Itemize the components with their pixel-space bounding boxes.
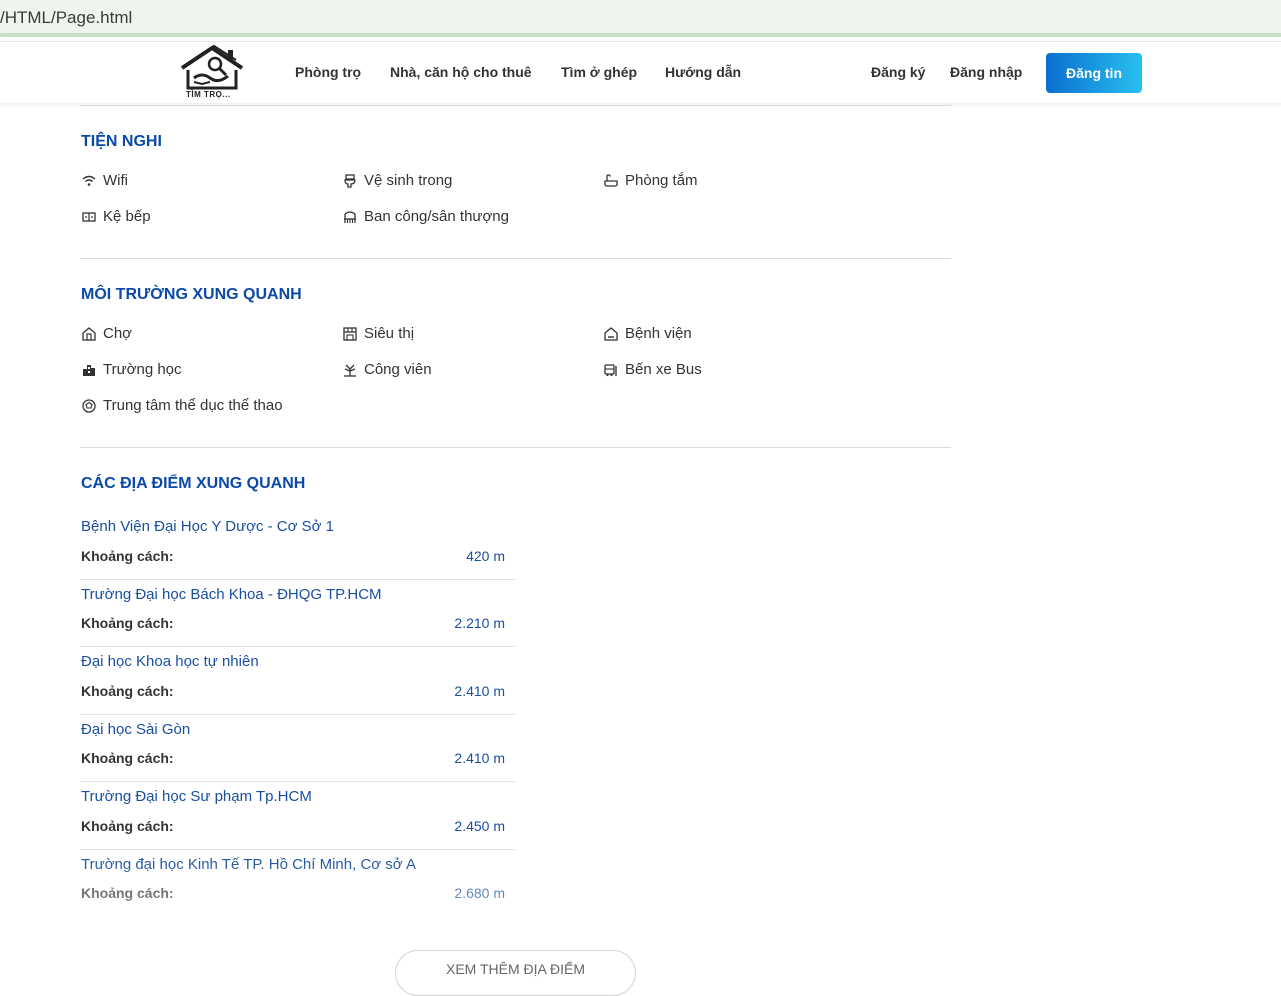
place-name-link[interactable]: Đại học Khoa học tự nhiên — [81, 653, 259, 670]
amenity-label: Ban công/sân thượng — [364, 208, 509, 225]
distance-value: 2.450 m — [454, 818, 505, 834]
distance-value: 420 m — [466, 548, 505, 564]
market-icon — [82, 326, 96, 341]
env-label: Bệnh viện — [625, 325, 692, 342]
list-separator — [80, 714, 515, 715]
distance-label: Khoảng cách: — [81, 548, 174, 564]
distance-value: 2.680 m — [454, 885, 505, 901]
env-hospital: Bệnh viện — [604, 325, 692, 342]
amenity-balcony: Ban công/sân thượng — [343, 208, 509, 225]
env-park: Công viên — [343, 361, 432, 378]
bus-icon — [604, 363, 617, 376]
place-name-link[interactable]: Trường Đại học Bách Khoa - ĐHQG TP.HCM — [81, 586, 382, 603]
nav-nha-can-ho[interactable]: Nhà, căn hộ cho thuê — [390, 64, 532, 80]
place-name-link[interactable]: Trường đại học Kinh Tế TP. Hồ Chí Minh, … — [81, 856, 416, 873]
divider — [80, 447, 951, 448]
env-school: Trường học — [82, 361, 182, 378]
distance-label: Khoảng cách: — [81, 750, 174, 766]
kitchen-icon — [82, 211, 96, 222]
divider — [80, 105, 951, 106]
env-label: Siêu thị — [364, 325, 415, 342]
wifi-icon — [82, 175, 96, 186]
bathtub-icon — [604, 173, 618, 187]
place-name-link[interactable]: Đại học Sài Gòn — [81, 721, 190, 738]
env-supermarket: Siêu thị — [343, 325, 414, 342]
school-icon — [83, 364, 95, 376]
nav-tim-o-ghep[interactable]: Tìm ở ghép — [561, 64, 637, 80]
sports-icon — [82, 398, 96, 413]
distance-label: Khoảng cách: — [81, 683, 174, 699]
env-label: Trường học — [103, 361, 182, 378]
env-bus-station: Bến xe Bus — [604, 361, 702, 378]
amenity-label: Kệ bếp — [103, 208, 151, 225]
list-separator — [80, 781, 515, 782]
distance-value: 2.410 m — [454, 683, 505, 699]
place-name-link[interactable]: Bệnh Viện Đại Học Y Dược - Cơ Sở 1 — [81, 518, 334, 535]
site-header: TÌM TRỌ... Phòng trọ Nhà, căn hộ cho thu… — [0, 41, 1281, 103]
amenities-title: TIỆN NGHI — [81, 133, 162, 150]
url-text[interactable]: /HTML/Page.html — [0, 8, 132, 28]
env-label: Bến xe Bus — [625, 361, 702, 378]
nav-phong-tro[interactable]: Phòng trọ — [295, 64, 361, 80]
toilet-icon — [344, 173, 356, 188]
environment-title: MÔI TRƯỜNG XUNG QUANH — [81, 286, 302, 303]
env-label: Công viên — [364, 361, 432, 378]
env-market: Chợ — [82, 325, 132, 342]
balcony-icon — [344, 210, 356, 223]
amenity-label: Wifi — [103, 172, 128, 189]
env-sports-center: Trung tâm thể dục thể thao — [82, 397, 283, 414]
amenity-wifi: Wifi — [82, 172, 128, 189]
distance-label: Khoảng cách: — [81, 615, 174, 631]
logo-text: TÌM TRỌ... — [186, 90, 231, 99]
list-separator — [80, 579, 515, 580]
see-more-places-button[interactable]: XEM THÊM ĐỊA ĐIỂM — [395, 950, 636, 996]
house-handshake-logo-icon — [180, 44, 244, 90]
distance-label: Khoảng cách: — [81, 885, 174, 901]
list-separator — [80, 849, 515, 850]
distance-value: 2.410 m — [454, 750, 505, 766]
supermarket-icon — [343, 326, 357, 341]
nav-huong-dan[interactable]: Hướng dẫn — [665, 64, 741, 80]
places-title: CÁC ĐỊA ĐIỂM XUNG QUANH — [81, 475, 306, 492]
register-link[interactable]: Đăng ký — [871, 64, 925, 80]
place-name-link[interactable]: Trường Đại học Sư phạm Tp.HCM — [81, 788, 312, 805]
distance-value: 2.210 m — [454, 615, 505, 631]
post-listing-button[interactable]: Đăng tin — [1046, 53, 1142, 93]
amenity-kitchen: Kệ bếp — [82, 208, 151, 225]
divider — [80, 258, 951, 259]
env-label: Trung tâm thể dục thể thao — [103, 397, 283, 414]
hospital-icon — [604, 326, 618, 341]
login-link[interactable]: Đăng nhập — [950, 64, 1022, 80]
amenity-label: Vệ sinh trong — [364, 172, 453, 189]
list-separator — [80, 646, 515, 647]
amenity-bathroom: Phòng tắm — [604, 172, 698, 189]
amenity-label: Phòng tắm — [625, 172, 698, 189]
park-icon — [344, 364, 356, 377]
browser-address-bar[interactable]: /HTML/Page.html — [0, 0, 1281, 37]
distance-label: Khoảng cách: — [81, 818, 174, 834]
amenity-toilet: Vệ sinh trong — [343, 172, 452, 189]
env-label: Chợ — [103, 325, 133, 342]
